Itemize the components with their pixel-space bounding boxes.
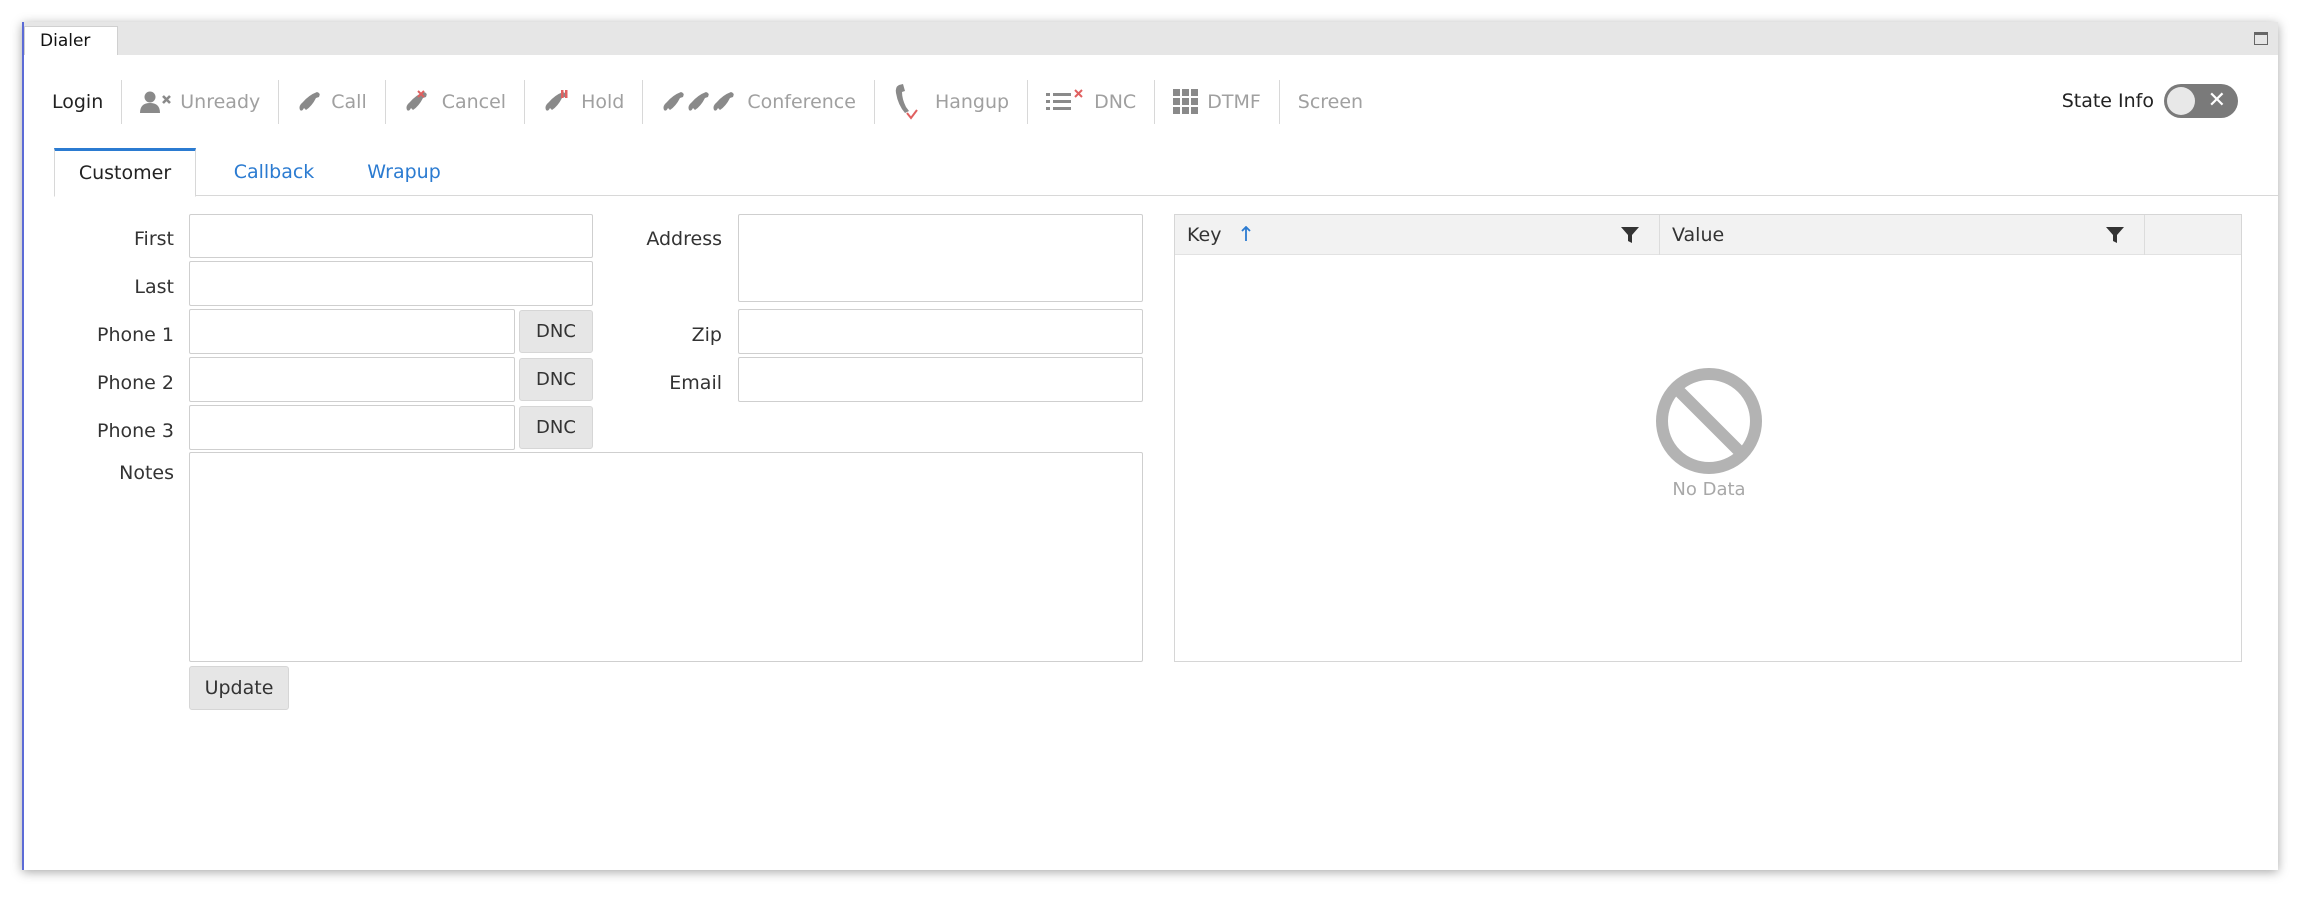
grid-header-value[interactable]: Value	[1660, 215, 2144, 255]
conference-label: Conference	[747, 91, 856, 113]
email-label: Email	[669, 372, 722, 394]
sort-ascending-icon	[1240, 225, 1251, 241]
notes-label: Notes	[119, 462, 174, 484]
phone2-field[interactable]	[189, 357, 515, 402]
first-label: First	[134, 228, 174, 250]
unready-label: Unready	[180, 91, 261, 113]
dialer-window: Dialer Login Unready Call Cancel Hold Co…	[22, 22, 2278, 870]
conference-button[interactable]: Conference	[643, 76, 874, 128]
no-data-placeholder: No Data	[1639, 367, 1779, 500]
key-column-label: Key	[1187, 224, 1222, 246]
zip-label: Zip	[691, 324, 722, 346]
tab-customer[interactable]: Customer	[54, 148, 196, 197]
last-label: Last	[134, 276, 174, 298]
login-label: Login	[52, 91, 104, 113]
address-label: Address	[646, 228, 722, 250]
tab-callback[interactable]: Callback	[214, 148, 334, 196]
address-textarea[interactable]	[738, 214, 1143, 302]
first-field[interactable]	[189, 214, 593, 258]
phone3-dnc-button[interactable]: DNC	[519, 406, 593, 449]
phone-icon	[299, 92, 320, 111]
unready-button[interactable]: Unready	[122, 76, 278, 128]
hangup-button[interactable]: Hangup	[875, 76, 1027, 128]
login-button[interactable]: Login	[34, 76, 121, 128]
column-divider[interactable]	[2144, 215, 2145, 255]
tab-bar: Customer Callback Wrapup	[54, 148, 2278, 197]
filter-icon[interactable]	[2106, 226, 2124, 244]
cancel-label: Cancel	[441, 91, 507, 113]
grid-header: Key Value	[1175, 215, 2241, 255]
last-field[interactable]	[189, 261, 593, 306]
screen-label: Screen	[1297, 91, 1364, 113]
screen-button[interactable]: Screen	[1280, 76, 1381, 128]
call-button[interactable]: Call	[279, 76, 384, 128]
key-value-grid: Key Value No Data	[1174, 214, 2242, 662]
phone3-label: Phone 3	[97, 420, 174, 442]
no-data-text: No Data	[1672, 479, 1746, 500]
close-icon: ✕	[2207, 88, 2226, 113]
zip-field[interactable]	[738, 309, 1143, 354]
state-info-toggle[interactable]: ✕	[2164, 84, 2238, 118]
toggle-knob	[2167, 87, 2195, 115]
state-info: State Info ✕	[2062, 84, 2238, 118]
dtmf-button[interactable]: DTMF	[1155, 76, 1279, 128]
dnc-toolbar-label: DNC	[1094, 91, 1137, 113]
cancel-button[interactable]: Cancel	[386, 76, 524, 128]
hold-label: Hold	[581, 91, 625, 113]
phone-cancel-icon	[406, 90, 427, 111]
phone2-label: Phone 2	[97, 372, 174, 394]
dialer-toolbar: Login Unready Call Cancel Hold Conferenc…	[34, 70, 2238, 134]
window-title-tab[interactable]: Dialer	[24, 26, 118, 55]
phone-hold-icon	[545, 90, 568, 111]
dtmf-label: DTMF	[1207, 91, 1261, 113]
update-button[interactable]: Update	[189, 666, 289, 710]
state-info-label: State Info	[2061, 90, 2154, 112]
conference-phones-icon	[663, 92, 735, 111]
phone1-label: Phone 1	[97, 324, 174, 346]
dnc-toolbar-button[interactable]: DNC	[1028, 76, 1154, 128]
phone-hangup-icon	[895, 84, 918, 120]
list-remove-icon	[1046, 89, 1083, 110]
filter-icon[interactable]	[1621, 226, 1639, 244]
call-label: Call	[331, 91, 367, 113]
no-data-icon	[1656, 368, 1762, 474]
hold-button[interactable]: Hold	[525, 76, 642, 128]
tab-wrapup[interactable]: Wrapup	[354, 148, 454, 196]
keypad-grid-icon	[1173, 89, 1199, 114]
grid-header-key[interactable]: Key	[1175, 215, 1659, 255]
title-bar: Dialer	[24, 22, 2278, 55]
user-remove-icon	[140, 91, 172, 113]
hangup-label: Hangup	[934, 91, 1010, 113]
notes-textarea[interactable]	[189, 452, 1143, 662]
email-field[interactable]	[738, 357, 1143, 402]
maximize-icon[interactable]	[2254, 32, 2268, 45]
phone1-field[interactable]	[189, 309, 515, 354]
phone3-field[interactable]	[189, 405, 515, 450]
value-column-label: Value	[1672, 224, 1725, 246]
